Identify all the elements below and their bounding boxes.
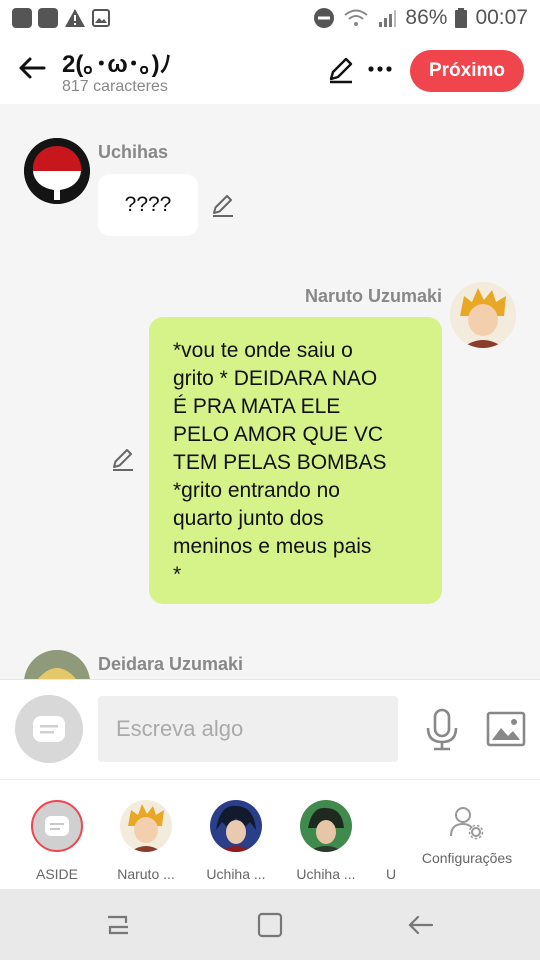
naruto-portrait-icon xyxy=(450,282,516,348)
signal-icon xyxy=(379,10,397,27)
settings-button[interactable]: Configurações xyxy=(414,804,520,866)
edit-message-icon[interactable] xyxy=(210,192,236,218)
next-button[interactable]: Próximo xyxy=(410,50,524,92)
notification-icons xyxy=(12,8,110,28)
avatar-uchihas[interactable] xyxy=(24,138,90,204)
header: 2(｡･ω･｡)ﾉ 817 caracteres Próximo xyxy=(0,36,540,104)
clock: 00:07 xyxy=(475,6,528,29)
character-count: 817 caracteres xyxy=(62,78,168,95)
character-label: Naruto ... xyxy=(117,866,175,882)
edit-icon[interactable] xyxy=(326,54,356,84)
character-label: Uchiha ... xyxy=(206,866,266,882)
chat-bubble-icon xyxy=(33,716,65,742)
deidara-portrait-icon xyxy=(24,650,90,679)
aside-avatar xyxy=(31,800,83,852)
character-naruto[interactable]: Naruto ... xyxy=(101,800,191,882)
naruto-portrait-icon xyxy=(120,800,172,852)
author-name: Naruto Uzumaki xyxy=(304,286,442,306)
character-aside[interactable]: ASIDE xyxy=(12,800,102,882)
page-title: 2(｡･ω･｡)ﾉ xyxy=(62,51,172,78)
home-icon[interactable] xyxy=(256,911,284,939)
image-notification-icon xyxy=(92,9,110,27)
back-icon[interactable] xyxy=(406,911,434,939)
uchiha-portrait-icon xyxy=(210,800,262,852)
uchiha-portrait-icon xyxy=(300,800,352,852)
warning-icon xyxy=(65,9,85,27)
edit-message-icon[interactable] xyxy=(110,446,136,472)
settings-label: Configurações xyxy=(421,850,513,866)
character-selector: ASIDE Naruto ... Uchiha ... Uchiha ... U… xyxy=(0,779,540,889)
avatar-naruto-uzumaki[interactable] xyxy=(450,282,516,348)
author-name: Deidara Uzumaki xyxy=(98,654,244,674)
avatar xyxy=(300,800,352,852)
narration-toggle-button[interactable] xyxy=(15,695,83,763)
composer-bar: Escreva algo xyxy=(0,679,540,779)
battery-icon xyxy=(455,8,468,28)
status-bar: 86% 00:07 xyxy=(0,0,540,36)
image-upload-icon[interactable] xyxy=(486,710,526,748)
more-options-icon[interactable] xyxy=(366,54,394,84)
system-navigation-bar xyxy=(0,889,540,960)
do-not-disturb-icon xyxy=(314,8,335,28)
chat-area: Uchihas ???? Naruto Uzumaki *vou te onde… xyxy=(0,104,540,679)
uchiha-crest-icon xyxy=(24,138,90,204)
chat-bubble-icon xyxy=(45,816,69,836)
user-settings-icon xyxy=(450,807,484,840)
back-arrow-icon[interactable] xyxy=(16,52,48,84)
battery-percent: 86% xyxy=(405,6,448,29)
character-uchiha-1[interactable]: Uchiha ... xyxy=(191,800,281,882)
author-name: Uchihas xyxy=(98,142,169,162)
app-notification-icon xyxy=(38,8,58,28)
system-status: 86% 00:07 xyxy=(313,6,528,30)
message-input[interactable]: Escreva algo xyxy=(98,696,398,762)
app-notification-icon xyxy=(12,8,32,28)
character-label: U xyxy=(385,866,397,882)
wifi-icon xyxy=(344,9,369,26)
avatar xyxy=(210,800,262,852)
character-label: ASIDE xyxy=(35,866,78,882)
microphone-icon[interactable] xyxy=(424,708,460,752)
avatar xyxy=(120,800,172,852)
message-bubble[interactable]: ???? xyxy=(98,174,198,236)
message-bubble[interactable]: *vou te onde saiu o grito * DEIDARA NAO … xyxy=(149,317,442,604)
avatar-deidara-uzumaki[interactable] xyxy=(24,650,90,679)
recent-apps-icon[interactable] xyxy=(104,911,132,939)
